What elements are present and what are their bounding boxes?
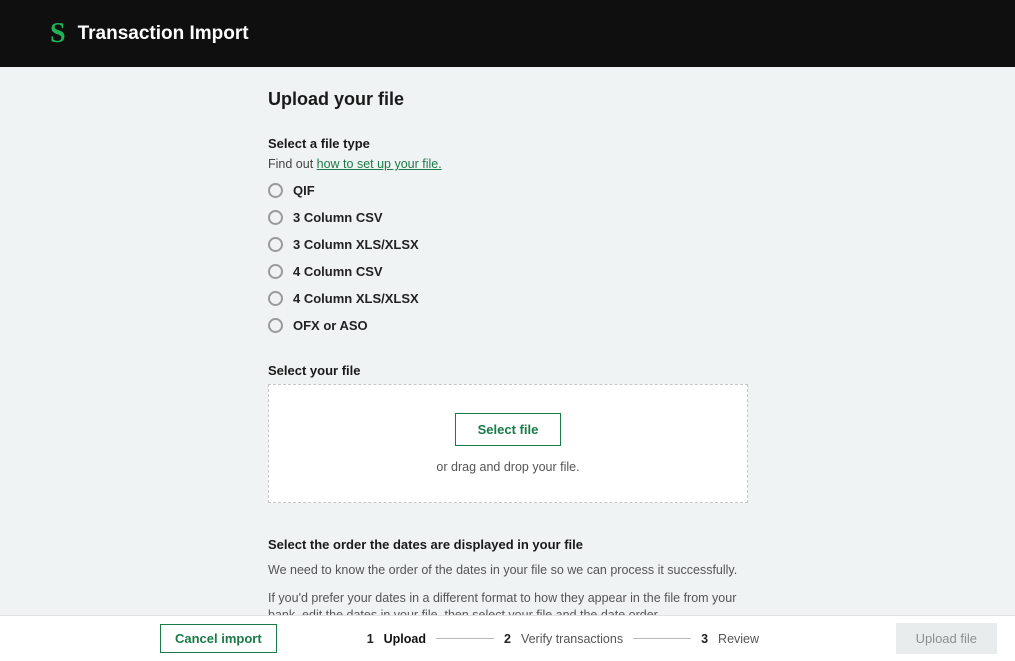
radio-label: QIF [293, 183, 315, 198]
page-title: Upload your file [268, 89, 748, 110]
fileselect-label: Select your file [268, 363, 748, 378]
filetype-radio-3xls[interactable]: 3 Column XLS/XLSX [268, 237, 748, 252]
main-scroll[interactable]: Upload your file Select a file type Find… [0, 67, 1015, 615]
radio-icon [268, 264, 283, 279]
dates-section: Select the order the dates are displayed… [268, 537, 748, 615]
filetype-radio-3csv[interactable]: 3 Column CSV [268, 210, 748, 225]
step-label: Upload [384, 632, 426, 646]
filetype-radio-ofx[interactable]: OFX or ASO [268, 318, 748, 333]
file-dropzone[interactable]: Select file or drag and drop your file. [268, 384, 748, 503]
radio-label: 4 Column XLS/XLSX [293, 291, 419, 306]
dates-p2: If you'd prefer your dates in a differen… [268, 590, 748, 616]
radio-icon [268, 237, 283, 252]
filetype-radio-4xls[interactable]: 4 Column XLS/XLSX [268, 291, 748, 306]
step-label: Review [718, 632, 759, 646]
header-title: Transaction Import [78, 23, 249, 45]
radio-icon [268, 210, 283, 225]
app-header: S Transaction Import [0, 0, 1015, 67]
logo-icon: S [50, 18, 66, 50]
dropzone-hint: or drag and drop your file. [279, 460, 737, 474]
radio-icon [268, 318, 283, 333]
radio-icon [268, 183, 283, 198]
radio-label: OFX or ASO [293, 318, 368, 333]
filetype-section: Select a file type Find out how to set u… [268, 136, 748, 333]
step-num: 1 [367, 632, 374, 646]
step-2: 2 Verify transactions [504, 632, 623, 646]
dates-p1: We need to know the order of the dates i… [268, 562, 748, 580]
help-prefix: Find out [268, 157, 317, 171]
step-num: 2 [504, 632, 511, 646]
footer-bar: Cancel import 1 Upload 2 Verify transact… [0, 615, 1015, 661]
filetype-radio-qif[interactable]: QIF [268, 183, 748, 198]
filetype-label: Select a file type [268, 136, 748, 151]
cancel-button[interactable]: Cancel import [160, 624, 277, 653]
filetype-help: Find out how to set up your file. [268, 157, 748, 171]
step-separator [436, 638, 494, 639]
radio-label: 3 Column XLS/XLSX [293, 237, 419, 252]
help-link[interactable]: how to set up your file. [317, 157, 442, 171]
dates-label: Select the order the dates are displayed… [268, 537, 748, 552]
fileselect-section: Select your file Select file or drag and… [268, 363, 748, 503]
step-separator [633, 638, 691, 639]
step-num: 3 [701, 632, 708, 646]
radio-label: 4 Column CSV [293, 264, 383, 279]
radio-label: 3 Column CSV [293, 210, 383, 225]
step-label: Verify transactions [521, 632, 623, 646]
filetype-options: QIF 3 Column CSV 3 Column XLS/XLSX 4 Col… [268, 183, 748, 333]
main-content: Upload your file Select a file type Find… [268, 67, 748, 615]
select-file-button[interactable]: Select file [455, 413, 562, 446]
step-1: 1 Upload [367, 632, 426, 646]
radio-icon [268, 291, 283, 306]
upload-file-button[interactable]: Upload file [896, 623, 997, 654]
filetype-radio-4csv[interactable]: 4 Column CSV [268, 264, 748, 279]
step-3: 3 Review [701, 632, 759, 646]
progress-stepper: 1 Upload 2 Verify transactions 3 Review [367, 632, 759, 646]
